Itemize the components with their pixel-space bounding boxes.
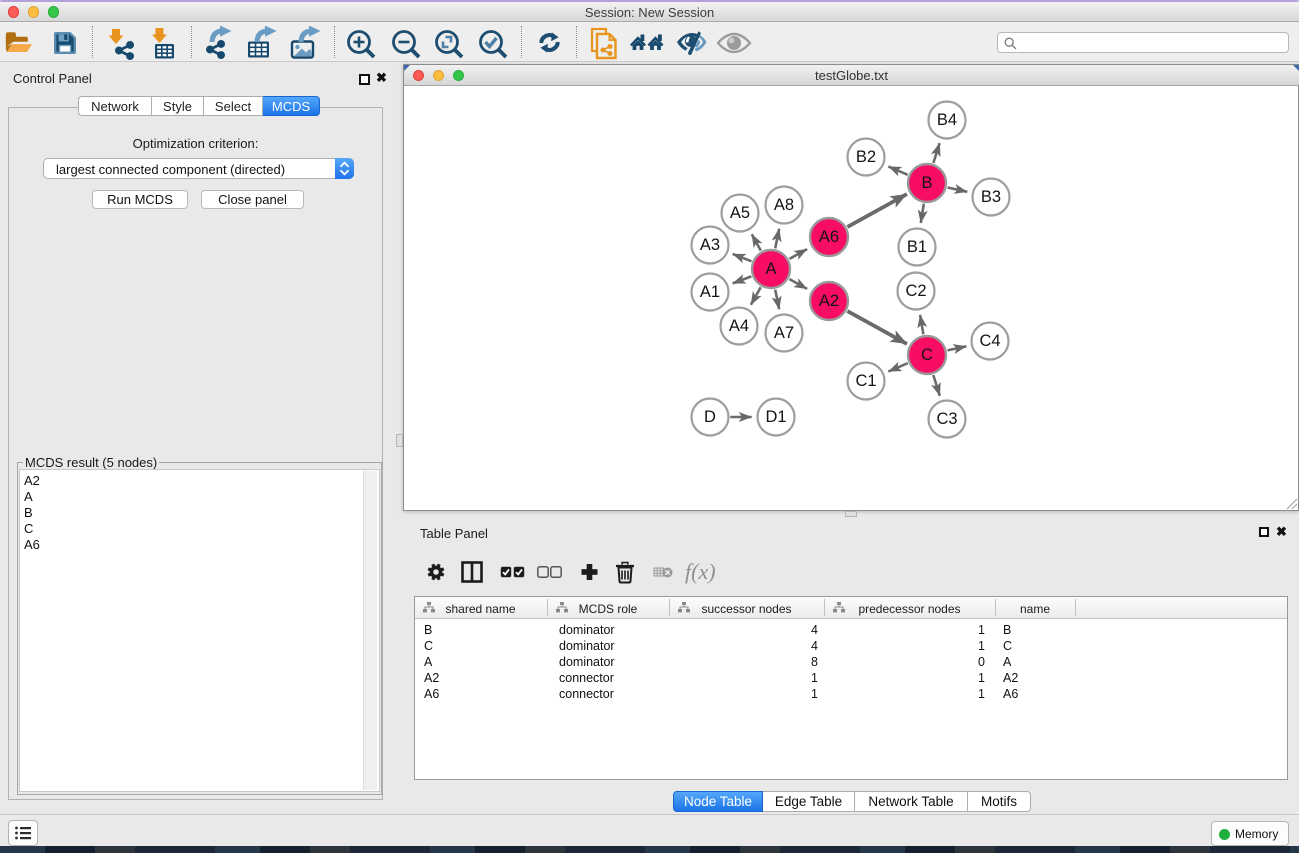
svg-text:B2: B2 bbox=[856, 148, 876, 166]
svg-text:B3: B3 bbox=[981, 188, 1001, 206]
svg-text:A1: A1 bbox=[700, 283, 720, 301]
svg-text:B4: B4 bbox=[937, 111, 957, 129]
svg-text:C2: C2 bbox=[905, 282, 926, 300]
svg-text:B1: B1 bbox=[907, 238, 927, 256]
svg-text:C3: C3 bbox=[936, 410, 957, 428]
svg-text:A: A bbox=[765, 260, 776, 278]
svg-text:B: B bbox=[921, 174, 932, 192]
svg-text:A2: A2 bbox=[819, 292, 839, 310]
svg-text:A5: A5 bbox=[730, 204, 750, 222]
svg-text:D: D bbox=[704, 408, 716, 426]
svg-text:C: C bbox=[921, 346, 933, 364]
svg-text:A7: A7 bbox=[774, 324, 794, 342]
svg-text:D1: D1 bbox=[765, 408, 786, 426]
svg-text:C4: C4 bbox=[979, 332, 1000, 350]
svg-text:C1: C1 bbox=[855, 372, 876, 390]
svg-text:A3: A3 bbox=[700, 236, 720, 254]
svg-text:A4: A4 bbox=[729, 317, 749, 335]
svg-text:A6: A6 bbox=[819, 228, 839, 246]
svg-text:A8: A8 bbox=[774, 196, 794, 214]
